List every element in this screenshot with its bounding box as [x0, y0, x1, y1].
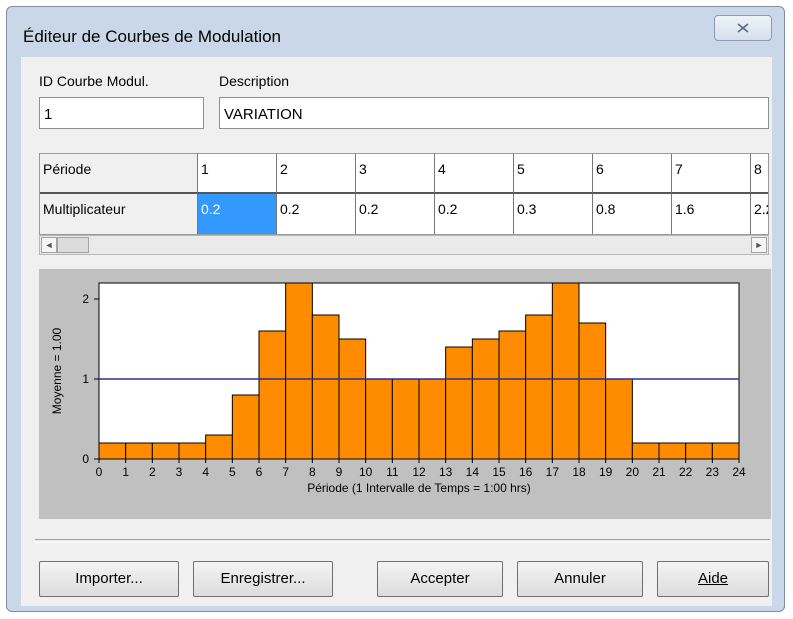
grid-multiplier-cell[interactable]: 0.2 — [356, 194, 435, 234]
y-tick-label: 0 — [82, 452, 89, 466]
import-button[interactable]: Importer... — [39, 561, 179, 597]
grid-period-cell: 3 — [356, 154, 435, 194]
chart-bar — [578, 322, 607, 460]
x-tick-label: 2 — [149, 465, 156, 479]
id-field[interactable]: 1 — [39, 97, 204, 129]
x-tick-label: 22 — [679, 465, 693, 479]
x-tick-label: 6 — [256, 465, 263, 479]
chart-bar — [605, 378, 633, 460]
chart-bar — [365, 378, 393, 460]
multiplier-grid: Période Multiplicateur 1 0.2 2 0.2 3 0.2 4 0.2 5 0.… — [39, 153, 769, 235]
scroll-left-arrow-icon[interactable]: ◄ — [41, 237, 57, 253]
chart-bar — [445, 346, 473, 460]
modulation-chart: 0 1 2 3 4 5 6 7 8 9 10 11 12 13 14 15 16 17 18 19 20 21 22 23 24… — [50, 282, 746, 495]
x-tick-label: 12 — [412, 465, 426, 479]
x-tick-label: 16 — [519, 465, 533, 479]
title-bar: Éditeur de Courbes de Modulation — [7, 7, 784, 55]
grid-multiplier-cell[interactable]: 0.2 — [435, 194, 514, 234]
y-tick-label: 2 — [82, 292, 89, 306]
x-tick-label: 8 — [309, 465, 316, 479]
x-tick-label: 0 — [96, 465, 103, 479]
y-tick-label: 1 — [82, 372, 89, 386]
x-tick-label: 3 — [176, 465, 183, 479]
x-tick-label: 24 — [732, 465, 746, 479]
chart-bar — [311, 314, 340, 460]
x-tick-label: 10 — [359, 465, 373, 479]
chart-bar — [338, 338, 367, 460]
description-field[interactable]: VARIATION — [219, 97, 769, 129]
x-tick-label: 20 — [626, 465, 640, 479]
chart-bar — [631, 442, 660, 460]
x-tick-label: 4 — [202, 465, 209, 479]
grid-multiplier-cell[interactable]: 0.3 — [514, 194, 593, 234]
chart-bar — [551, 282, 580, 460]
grid-period-cell: 5 — [514, 154, 593, 194]
grid-multiplier-cell[interactable]: 0.2 — [277, 194, 356, 234]
close-button[interactable] — [714, 15, 772, 41]
x-tick-label: 5 — [229, 465, 236, 479]
help-button[interactable]: Aide — [657, 561, 769, 597]
id-label: ID Courbe Modul. — [39, 73, 149, 89]
chart-bar — [151, 442, 180, 460]
chart-bar — [285, 282, 313, 460]
chart-bar — [205, 434, 233, 460]
grid-multiplier-cell[interactable]: 0.8 — [593, 194, 672, 234]
accept-button[interactable]: Accepter — [377, 561, 503, 597]
grid-multiplier-cell[interactable]: 0.2 — [198, 194, 277, 234]
x-tick-label: 17 — [546, 465, 560, 479]
chart-bar — [711, 442, 740, 460]
chart-bar — [391, 378, 420, 460]
chart-bar — [525, 314, 553, 460]
save-button[interactable]: Enregistrer... — [193, 561, 333, 597]
close-icon — [737, 23, 749, 33]
grid-header-multiplicateur: Multiplicateur — [40, 194, 198, 234]
help-button-label: Aide — [697, 570, 729, 587]
chart-bar — [498, 330, 527, 460]
dialog-body: ID Courbe Modul. 1 Description VARIATION… — [21, 57, 772, 606]
dialog-window: Éditeur de Courbes de Modulation ID Cour… — [6, 6, 785, 612]
chart-bar — [658, 442, 687, 460]
y-axis-title: Moyenne = 1.00 — [50, 327, 64, 414]
grid-header-periode: Période — [40, 154, 198, 194]
description-label: Description — [219, 73, 290, 89]
chart-bar — [125, 442, 153, 460]
grid-period-cell: 4 — [435, 154, 514, 194]
horizontal-scrollbar[interactable]: ◄ ► — [39, 235, 769, 255]
chart-panel: 0 1 2 3 4 5 6 7 8 9 10 11 12 13 14 15 16 17 18 19 20 21 22 23 24… — [39, 269, 771, 519]
chart-bar — [231, 394, 260, 460]
chart-bar — [685, 442, 713, 460]
grid-period-cell: 6 — [593, 154, 672, 194]
grid-period-cell: 8 — [751, 154, 768, 194]
chart-bar — [258, 330, 287, 460]
grid-period-cell: 2 — [277, 154, 356, 194]
x-axis-title: Période (1 Intervalle de Temps = 1:00 hr… — [307, 481, 531, 495]
x-tick-label: 7 — [282, 465, 289, 479]
grid-period-cell: 1 — [198, 154, 277, 194]
x-tick-label: 1 — [122, 465, 129, 479]
grid-period-cell: 7 — [672, 154, 751, 194]
x-tick-label: 15 — [492, 465, 506, 479]
x-tick-label: 18 — [572, 465, 586, 479]
x-tick-label: 14 — [466, 465, 480, 479]
window-title: Éditeur de Courbes de Modulation — [23, 27, 281, 46]
chart-bar — [418, 378, 447, 460]
chart-bar — [178, 442, 207, 460]
grid-multiplier-cell[interactable]: 2.2 — [751, 194, 768, 234]
x-tick-label: 9 — [336, 465, 343, 479]
grid-multiplier-cell[interactable]: 1.6 — [672, 194, 751, 234]
scroll-thumb[interactable] — [57, 237, 89, 253]
cancel-button[interactable]: Annuler — [517, 561, 643, 597]
separator — [35, 539, 770, 543]
x-tick-label: 11 — [386, 465, 399, 479]
x-tick-label: 21 — [652, 465, 666, 479]
scroll-right-arrow-icon[interactable]: ► — [751, 237, 767, 253]
chart-bar — [471, 338, 500, 460]
x-tick-label: 23 — [706, 465, 720, 479]
x-tick-label: 13 — [439, 465, 453, 479]
x-tick-label: 19 — [599, 465, 613, 479]
chart-bar — [98, 442, 127, 460]
